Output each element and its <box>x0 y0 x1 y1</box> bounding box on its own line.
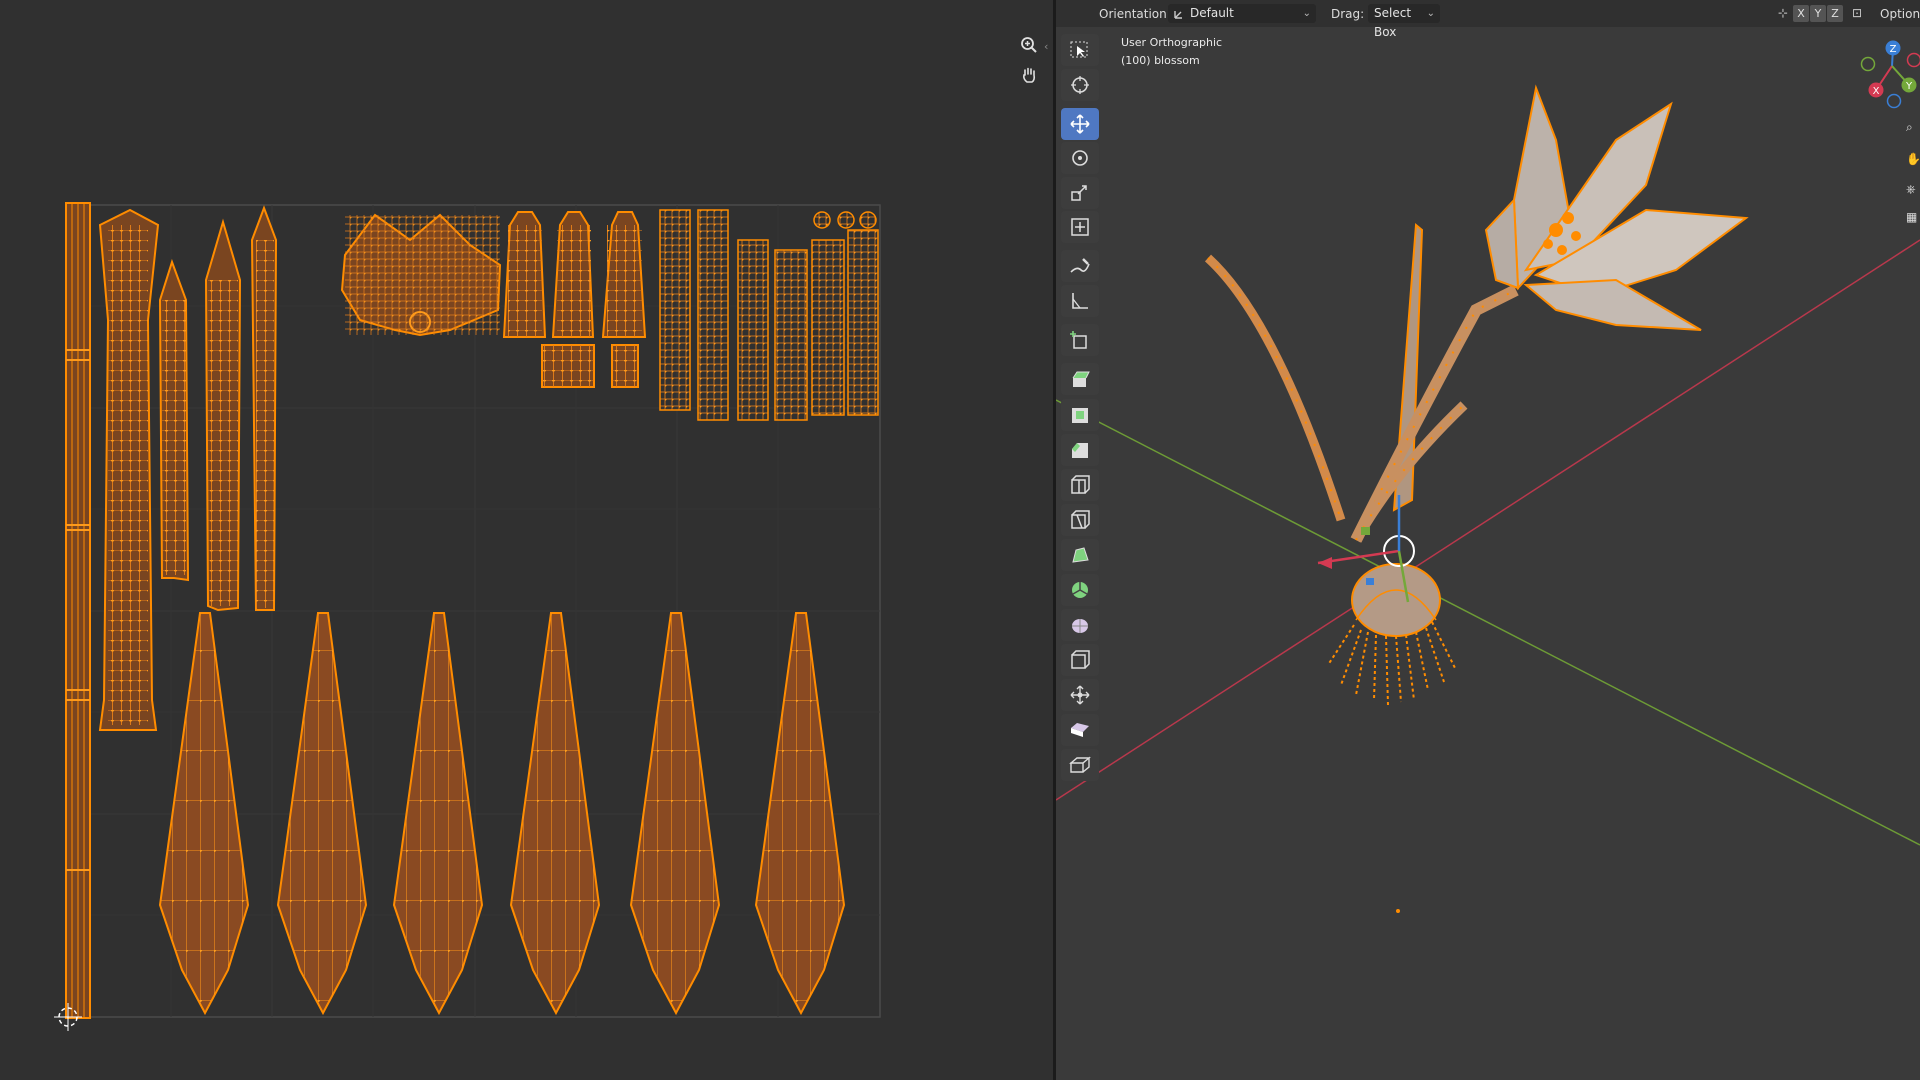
rotate-icon <box>1072 150 1088 166</box>
tool-move[interactable] <box>1061 108 1099 140</box>
shear-icon <box>1071 723 1089 737</box>
tool-edge-slide[interactable] <box>1061 644 1099 676</box>
cursor-icon <box>1071 76 1089 94</box>
tool-scale[interactable] <box>1061 177 1099 209</box>
blossom-mesh[interactable] <box>1204 84 1749 913</box>
poly-build-icon <box>1072 547 1089 563</box>
uv-island-cylinders <box>502 211 647 388</box>
tool-shrink-fatten[interactable] <box>1061 679 1099 711</box>
tool-knife[interactable] <box>1061 504 1099 536</box>
viewport-overlay-info: User Orthographic (100) blossom <box>1121 34 1222 70</box>
viewport-header: Orientation: Default ⌄ Drag: Select Box … <box>1056 0 1920 39</box>
bevel-icon <box>1072 443 1088 458</box>
tool-rip-region[interactable] <box>1061 749 1099 781</box>
uv-island-roots <box>659 209 879 421</box>
spin-icon <box>1072 582 1088 598</box>
mirror-z-button[interactable]: Z <box>1827 5 1843 22</box>
y-axis-line <box>1056 399 1920 846</box>
tool-select-box[interactable] <box>1061 34 1099 66</box>
zoom-view-icon[interactable]: ⌕ <box>1906 120 1920 138</box>
viewport-scene[interactable] <box>1056 0 1920 1080</box>
tool-inset[interactable] <box>1061 399 1099 431</box>
tool-shear[interactable] <box>1061 714 1099 746</box>
orientation-gizmo-icon <box>1174 11 1182 19</box>
tool-extrude[interactable] <box>1061 363 1099 395</box>
drag-label: Drag: <box>1331 7 1365 21</box>
options-button[interactable]: Options <box>1880 7 1920 21</box>
rip-region-icon <box>1069 756 1091 773</box>
view-name: User Orthographic <box>1121 36 1223 49</box>
tool-smooth[interactable] <box>1061 609 1099 641</box>
3d-viewport[interactable]: Orientation: Default ⌄ Drag: Select Box … <box>1056 0 1920 1080</box>
chevron-down-icon: ⌄ <box>1426 8 1435 19</box>
tool-add-cube[interactable] <box>1061 324 1099 356</box>
uv-island-stalks <box>98 205 278 731</box>
orientation-label: Orientation: <box>1099 7 1171 21</box>
scale-icon <box>1071 185 1087 201</box>
tool-transform[interactable] <box>1061 211 1099 243</box>
pan-view-icon[interactable]: ✋ <box>1906 152 1920 170</box>
tool-measure[interactable] <box>1061 285 1099 317</box>
snap-options-icon[interactable]: ⊡ <box>1849 5 1865 22</box>
loop-cut-icon <box>1071 475 1090 494</box>
orientation-value: Default <box>1190 6 1234 20</box>
uv-island-petals <box>158 612 846 1016</box>
camera-view-icon[interactable]: ⎈ <box>1906 182 1920 200</box>
orientation-dropdown[interactable]: Default ⌄ <box>1168 4 1316 23</box>
extrude-icon <box>1072 371 1090 387</box>
collapse-sidebar-icon[interactable]: ‹ <box>1044 40 1048 53</box>
uv-island-stem <box>65 202 91 1019</box>
move-icon <box>1070 114 1090 134</box>
drag-dropdown[interactable]: Select Box ⌄ <box>1368 4 1440 39</box>
knife-icon <box>1071 510 1090 529</box>
mirror-icon[interactable]: ⊹ <box>1775 5 1791 22</box>
chevron-down-icon: ⌄ <box>1302 8 1311 19</box>
tool-spin[interactable] <box>1061 574 1099 606</box>
tool-poly-build[interactable] <box>1061 539 1099 571</box>
mirror-y-button[interactable]: Y <box>1810 5 1826 22</box>
tool-bevel[interactable] <box>1061 434 1099 466</box>
tool-cursor[interactable] <box>1061 69 1099 101</box>
uv-editor[interactable]: ‹ <box>0 0 1053 1080</box>
inset-icon <box>1072 408 1088 423</box>
mirror-x-button[interactable]: X <box>1793 5 1809 22</box>
smooth-icon <box>1072 619 1088 633</box>
tool-rotate[interactable] <box>1061 142 1099 174</box>
annotate-icon <box>1070 258 1090 273</box>
tool-annotate[interactable] <box>1061 250 1099 282</box>
select-box-icon <box>1070 41 1088 58</box>
x-axis-line <box>1056 239 1920 801</box>
uv-canvas[interactable] <box>0 0 1053 1080</box>
hand-icon[interactable] <box>1016 66 1042 92</box>
tool-loop-cut[interactable] <box>1061 469 1099 501</box>
edge-slide-icon <box>1071 650 1090 669</box>
add-cube-icon <box>1070 331 1087 349</box>
shrink-fatten-icon <box>1070 685 1090 705</box>
uv-island-bulb <box>340 213 502 337</box>
measure-icon <box>1072 293 1088 309</box>
zoom-in-icon[interactable] <box>1016 36 1042 62</box>
perspective-toggle-icon[interactable]: ▦ <box>1906 210 1920 228</box>
transform-icon <box>1071 218 1089 236</box>
object-info: (100) blossom <box>1121 54 1200 67</box>
